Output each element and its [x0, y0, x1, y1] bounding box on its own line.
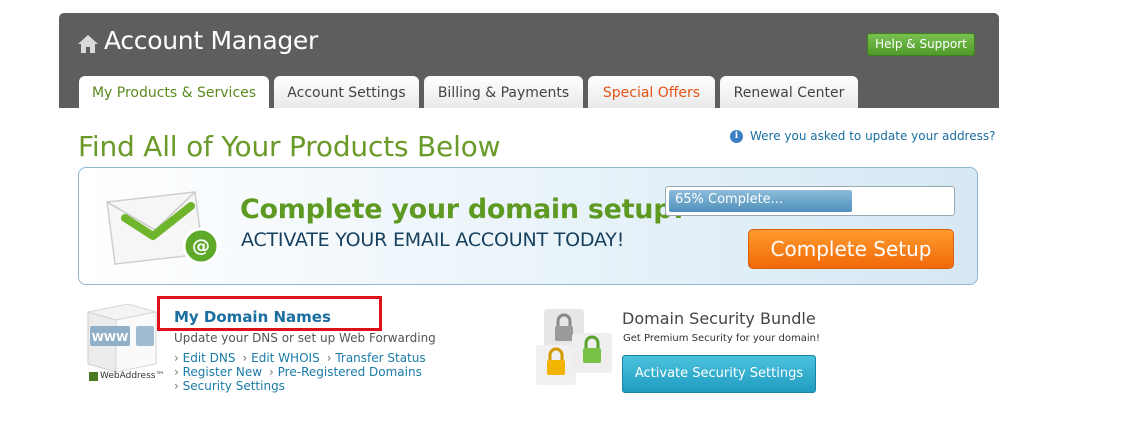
email-envelope-icon: @: [106, 191, 220, 265]
banner-headline: Complete your domain setup!: [240, 194, 685, 225]
progress-fill: 65% Complete...: [669, 190, 853, 212]
edit-dns-link[interactable]: Edit DNS: [174, 351, 236, 365]
tab-renewal-center[interactable]: Renewal Center: [720, 76, 858, 108]
edit-whois-link[interactable]: Edit WHOIS: [243, 351, 320, 365]
register-new-link[interactable]: Register New: [174, 365, 262, 379]
help-support-button[interactable]: Help & Support: [867, 33, 975, 56]
info-icon: i: [730, 129, 743, 143]
setup-progress-bar: 65% Complete...: [665, 186, 955, 216]
tab-billing-payments[interactable]: Billing & Payments: [424, 76, 583, 108]
brand-name: WebAddress: [100, 371, 156, 381]
svg-text:@: @: [192, 236, 210, 257]
tab-account-settings[interactable]: Account Settings: [274, 76, 419, 108]
my-domain-names-link[interactable]: My Domain Names: [174, 308, 331, 326]
domain-setup-banner: @ Complete your domain setup! ACTIVATE Y…: [78, 167, 978, 285]
header-bar: Account Manager Help & Support My Produc…: [59, 13, 999, 108]
page-title: Find All of Your Products Below: [78, 130, 501, 163]
www-cube-icon: WWW: [87, 303, 157, 373]
tab-special-offers[interactable]: Special Offers: [588, 76, 715, 108]
app-title: Account Manager: [104, 26, 318, 55]
ns-logo-icon: [89, 371, 98, 381]
domain-links: Edit DNS Edit WHOIS Transfer Status Regi…: [174, 351, 433, 393]
transfer-status-link[interactable]: Transfer Status: [327, 351, 425, 365]
www-label: WWW: [92, 331, 128, 344]
banner-subline: ACTIVATE YOUR EMAIL ACCOUNT TODAY!: [241, 229, 625, 251]
update-address-link[interactable]: i Were you asked to update your address?: [730, 129, 995, 143]
brand-trademark: ™: [155, 371, 165, 381]
pre-registered-domains-link[interactable]: Pre-Registered Domains: [269, 365, 422, 379]
domain-description: Update your DNS or set up Web Forwarding: [174, 331, 436, 345]
security-bundle-description: Get Premium Security for your domain!: [623, 333, 820, 344]
complete-setup-button[interactable]: Complete Setup: [748, 229, 954, 269]
home-icon[interactable]: [77, 33, 99, 55]
activate-security-button[interactable]: Activate Security Settings: [622, 355, 816, 393]
tab-bar: My Products & Services Account Settings …: [79, 76, 863, 108]
security-settings-link[interactable]: Security Settings: [174, 379, 285, 393]
tab-my-products[interactable]: My Products & Services: [79, 76, 269, 108]
webaddress-brand: WebAddress ™: [89, 371, 164, 381]
padlocks-icon: [536, 309, 612, 385]
security-bundle-title: Domain Security Bundle: [622, 309, 816, 328]
update-address-label[interactable]: Were you asked to update your address?: [750, 129, 995, 143]
